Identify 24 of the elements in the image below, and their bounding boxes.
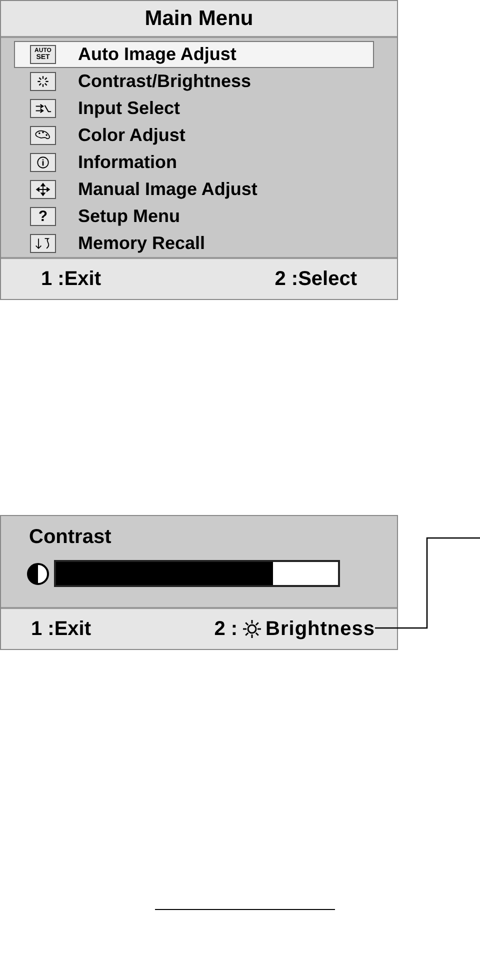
exit-hint: 1 :Exit [41,267,102,292]
brightness-hint: Brightness [266,617,375,642]
select-hint: 2 :Select [274,267,357,292]
question-icon: ? [30,207,56,226]
menu-item[interactable]: Contrast/Brightness [14,68,374,95]
palette-icon [30,126,56,145]
menu-item[interactable]: Manual Image Adjust [14,176,374,203]
contrast-title: Contrast [29,525,112,550]
info-icon [30,153,56,172]
menu-item[interactable]: Information [14,149,374,176]
move-arrows-icon [30,180,56,199]
menu-item[interactable]: ? Setup Menu [14,203,374,230]
key-hint: 2 : [214,617,238,642]
contrast-icon [26,562,50,586]
menu-item[interactable]: Input Select [14,95,374,122]
sun-icon [242,619,262,639]
menu-title: Main Menu [144,6,254,32]
input-icon [30,99,56,118]
contrast-slider[interactable] [54,560,340,587]
menu-item[interactable]: Memory Recall [14,230,374,257]
exit-hint: 1 :Exit [31,617,92,642]
recall-icon [30,234,56,253]
sparkle-icon [30,72,56,91]
menu-item[interactable]: Color Adjust [14,122,374,149]
